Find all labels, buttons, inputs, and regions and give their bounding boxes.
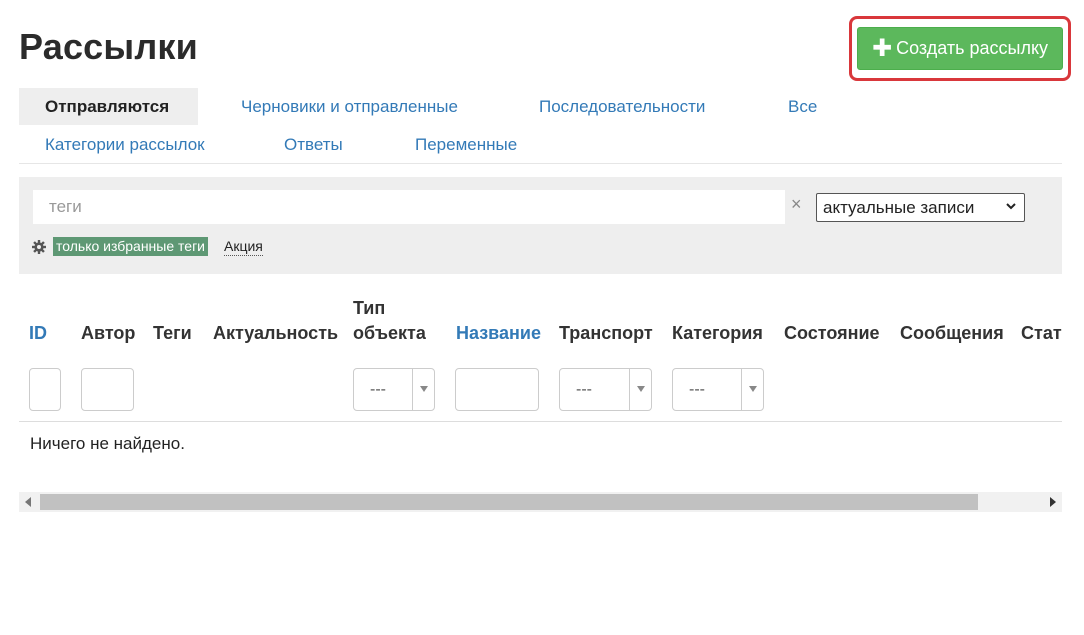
records-select-value: актуальные записи: [823, 198, 975, 217]
page-title: Рассылки: [19, 26, 198, 67]
favorite-tags-toggle[interactable]: только избранные теги: [53, 237, 208, 256]
column-author: Автор: [81, 323, 136, 343]
column-category: Категория: [672, 323, 763, 343]
tab-drafts-sent[interactable]: Черновики и отправленные: [215, 88, 484, 125]
column-id[interactable]: ID: [29, 321, 47, 346]
column-name[interactable]: Название: [456, 321, 541, 346]
records-select[interactable]: актуальные записи: [816, 193, 1025, 222]
clear-icon[interactable]: ×: [791, 194, 802, 215]
chevron-down-icon: [637, 386, 645, 392]
tab-variables[interactable]: Переменные: [389, 126, 543, 163]
horizontal-scrollbar[interactable]: [19, 492, 1062, 512]
column-messages: Сообщения: [900, 323, 1004, 343]
tab-bar: Отправляются Черновики и отправленные По…: [19, 88, 1062, 164]
column-transport: Транспорт: [559, 323, 653, 343]
tags-input[interactable]: теги: [33, 190, 785, 224]
column-stat: Стат: [1021, 323, 1062, 343]
scroll-left-arrow-icon[interactable]: [25, 497, 31, 507]
tab-sending[interactable]: Отправляются: [19, 88, 198, 125]
create-mailing-label: Создать рассылку: [896, 38, 1049, 58]
chevron-down-icon: [1006, 203, 1016, 210]
category-filter-select[interactable]: ---: [672, 368, 764, 411]
divider: [19, 421, 1062, 422]
plus-icon: ✚: [871, 34, 893, 62]
tab-sequences[interactable]: Последовательности: [513, 88, 731, 125]
tab-replies[interactable]: Ответы: [258, 126, 369, 163]
tab-all[interactable]: Все: [762, 88, 843, 125]
column-state: Состояние: [784, 323, 880, 343]
column-tags: Теги: [153, 323, 192, 343]
object-type-filter-select[interactable]: ---: [353, 368, 435, 411]
column-relevance: Актуальность: [213, 323, 339, 343]
transport-filter-select[interactable]: ---: [559, 368, 652, 411]
filter-panel: теги × актуальные записи только избранны…: [19, 177, 1062, 274]
gear-icon[interactable]: [31, 239, 47, 255]
tab-categories[interactable]: Категории рассылок: [19, 126, 231, 163]
chevron-down-icon: [749, 386, 757, 392]
id-filter-input[interactable]: [29, 368, 61, 411]
author-filter-input[interactable]: [81, 368, 134, 411]
column-object-type-line1: Тип: [353, 298, 386, 318]
tag-akciya[interactable]: Акция: [224, 237, 263, 256]
mailings-table: ID Автор Теги Актуальность Тип объекта Н…: [19, 290, 1062, 520]
transport-filter-value: ---: [576, 381, 592, 398]
category-filter-value: ---: [689, 381, 705, 398]
create-button-highlight: ✚ Создать рассылку: [849, 16, 1071, 81]
create-mailing-button[interactable]: ✚ Создать рассылку: [857, 27, 1063, 70]
empty-message: Ничего не найдено.: [30, 434, 185, 453]
column-object-type-line2: объекта: [353, 323, 426, 343]
scroll-thumb[interactable]: [40, 494, 978, 510]
name-filter-input[interactable]: [455, 368, 539, 411]
chevron-down-icon: [420, 386, 428, 392]
scroll-right-arrow-icon[interactable]: [1050, 497, 1056, 507]
object-type-filter-value: ---: [370, 381, 386, 398]
